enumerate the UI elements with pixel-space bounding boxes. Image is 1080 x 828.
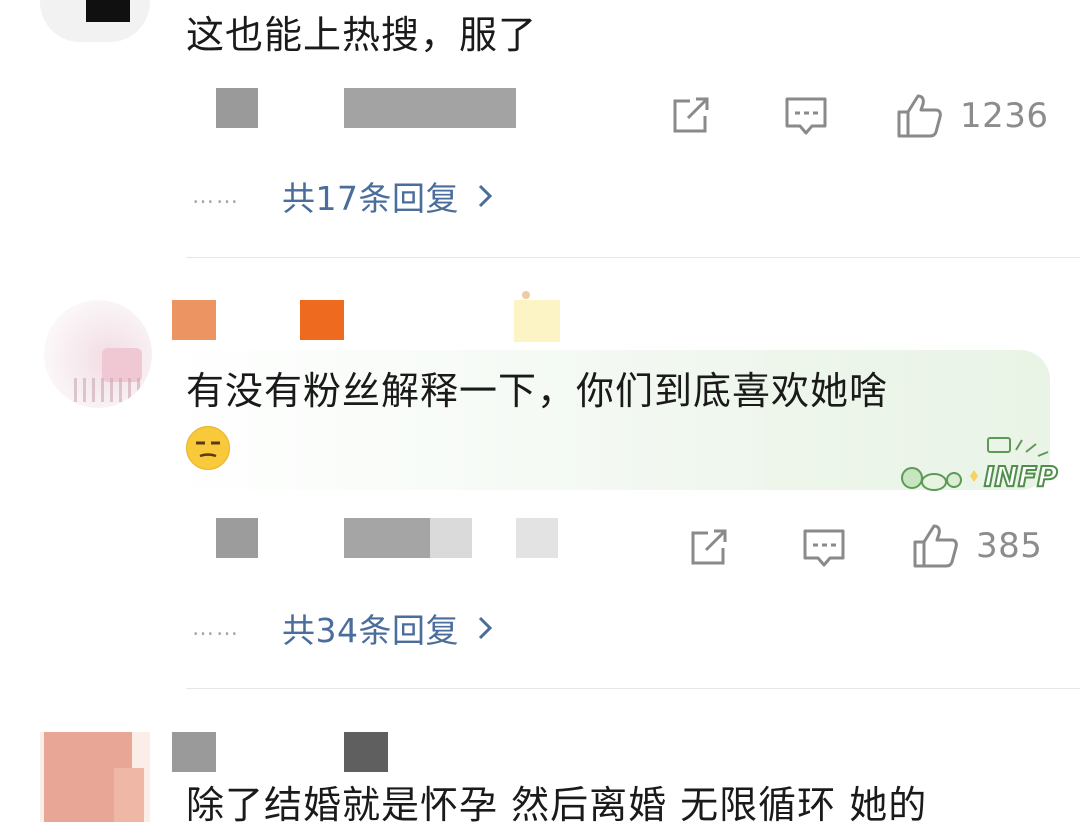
avatar[interactable] bbox=[44, 300, 152, 408]
view-replies[interactable]: …… 共17条回复 bbox=[192, 172, 493, 220]
comment-button[interactable] bbox=[784, 96, 828, 138]
divider bbox=[186, 688, 1080, 689]
infp-badge: INFP bbox=[898, 432, 1068, 498]
share-icon bbox=[673, 97, 709, 133]
censored-username bbox=[172, 732, 216, 772]
like-button[interactable]: 385 bbox=[912, 522, 1042, 570]
avatar[interactable] bbox=[40, 0, 150, 42]
censored-meta bbox=[430, 518, 472, 558]
censored-username bbox=[216, 88, 258, 128]
share-button[interactable] bbox=[688, 528, 730, 568]
comment-button[interactable] bbox=[802, 528, 846, 570]
like-count: 385 bbox=[976, 526, 1043, 566]
avatar[interactable] bbox=[40, 732, 150, 822]
divider bbox=[186, 257, 1080, 258]
chevron-right-icon bbox=[478, 184, 493, 208]
comment-icon bbox=[785, 97, 827, 135]
censored-username bbox=[300, 300, 344, 340]
censored-meta bbox=[344, 518, 430, 558]
replies-link[interactable]: 共17条回复 bbox=[282, 172, 459, 220]
replies-link[interactable]: 共34条回复 bbox=[282, 604, 459, 652]
censored-meta bbox=[516, 518, 558, 558]
view-replies[interactable]: …… 共34条回复 bbox=[192, 604, 493, 652]
comment-text: 这也能上热搜，服了 bbox=[186, 13, 538, 57]
badge-pin bbox=[522, 291, 530, 299]
share-icon bbox=[691, 529, 727, 565]
badge-text: INFP bbox=[984, 460, 1058, 493]
replies-dots: …… bbox=[192, 615, 240, 641]
thumbs-up-icon bbox=[897, 94, 942, 138]
thumbs-up-icon bbox=[913, 524, 958, 568]
like-button[interactable]: 1236 bbox=[896, 92, 1049, 140]
user-badge bbox=[514, 300, 560, 342]
comment-text: 有没有粉丝解释一下，你们到底喜欢她啥 bbox=[186, 369, 889, 413]
censored-username bbox=[172, 300, 216, 340]
comment-icon bbox=[803, 529, 845, 567]
unamused-face-emoji bbox=[186, 426, 230, 470]
censored-username bbox=[344, 732, 388, 772]
chevron-right-icon bbox=[478, 616, 493, 640]
replies-dots: …… bbox=[192, 183, 240, 209]
like-count: 1236 bbox=[960, 96, 1049, 136]
censored-meta bbox=[344, 88, 516, 128]
comment-text: 除了结婚就是怀孕 然后离婚 无限循环 她的 bbox=[186, 783, 928, 827]
censored-username bbox=[216, 518, 258, 558]
share-button[interactable] bbox=[670, 96, 712, 136]
